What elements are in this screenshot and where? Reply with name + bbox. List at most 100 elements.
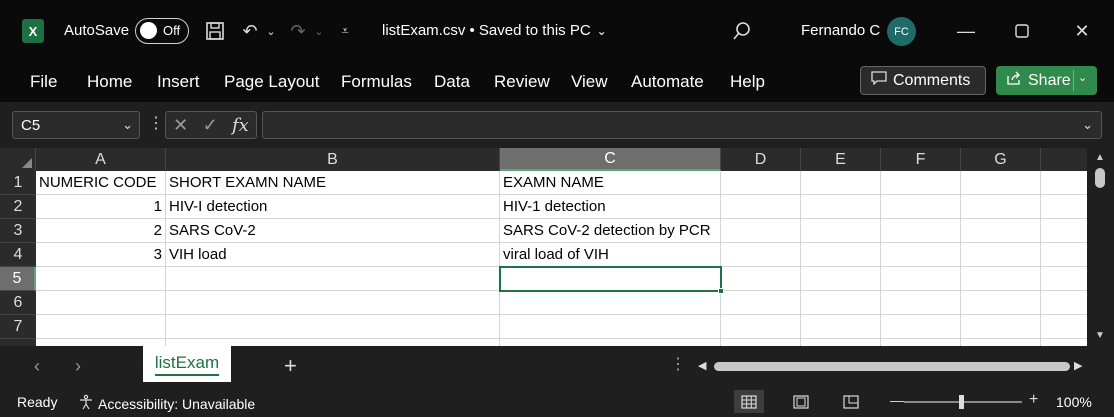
cell-b7[interactable] xyxy=(166,315,500,339)
scroll-left-icon[interactable]: ◀ xyxy=(698,359,706,372)
undo-icon[interactable]: ↶ xyxy=(238,19,262,43)
cell-b1[interactable]: SHORT EXAMN NAME xyxy=(166,171,500,195)
cell-e6[interactable] xyxy=(801,291,881,315)
cell-g6[interactable] xyxy=(961,291,1041,315)
cell-g7[interactable] xyxy=(961,315,1041,339)
zoom-level[interactable]: 100% xyxy=(1056,394,1092,410)
zoom-in-icon[interactable]: + xyxy=(1029,391,1038,409)
column-header-c[interactable]: C xyxy=(500,148,721,171)
cell-d7[interactable] xyxy=(721,315,801,339)
scroll-up-icon[interactable]: ▲ xyxy=(1095,152,1105,163)
expand-formula-icon[interactable]: ⌄ xyxy=(1082,117,1093,133)
page-layout-view-icon[interactable] xyxy=(786,390,816,413)
cancel-icon[interactable]: ✕ xyxy=(173,115,188,136)
cell-d5[interactable] xyxy=(721,267,801,291)
cell-c8[interactable] xyxy=(500,339,721,346)
menu-home[interactable]: Home xyxy=(87,72,132,92)
cell-h8[interactable] xyxy=(1041,339,1087,346)
normal-view-icon[interactable] xyxy=(734,390,764,413)
autosave-toggle[interactable]: Off xyxy=(135,18,189,44)
cell-f1[interactable] xyxy=(881,171,961,195)
cell-a7[interactable] xyxy=(36,315,166,339)
cell-g8[interactable] xyxy=(961,339,1041,346)
menu-review[interactable]: Review xyxy=(494,72,550,92)
vertical-scrollbar[interactable]: ▲ ▼ xyxy=(1087,148,1114,346)
cell-d3[interactable] xyxy=(721,219,801,243)
menu-page-layout[interactable]: Page Layout xyxy=(224,72,319,92)
spreadsheet-grid[interactable]: A B C D E F G H 1 2 3 4 5 6 7 NUMERIC CO… xyxy=(0,148,1087,346)
more-sheets-icon[interactable]: ⋮ xyxy=(670,354,686,374)
cell-f5[interactable] xyxy=(881,267,961,291)
cell-d8[interactable] xyxy=(721,339,801,346)
cell-f7[interactable] xyxy=(881,315,961,339)
cell-e3[interactable] xyxy=(801,219,881,243)
horizontal-scrollbar[interactable]: ◀ ▶ xyxy=(698,359,1090,373)
close-icon[interactable]: ✕ xyxy=(1068,18,1096,44)
row-header-6[interactable]: 6 xyxy=(0,291,36,315)
redo-icon[interactable]: ↷ xyxy=(286,19,310,43)
cell-d4[interactable] xyxy=(721,243,801,267)
avatar[interactable]: FC xyxy=(887,17,916,46)
cell-c6[interactable] xyxy=(500,291,721,315)
cell-c7[interactable] xyxy=(500,315,721,339)
more-options-icon[interactable]: ⋮ xyxy=(148,113,164,133)
cell-a4[interactable]: 3 xyxy=(36,243,166,267)
minimize-icon[interactable]: — xyxy=(952,18,980,44)
cell-g3[interactable] xyxy=(961,219,1041,243)
column-header-a[interactable]: A xyxy=(36,148,166,171)
horizontal-scroll-thumb[interactable] xyxy=(714,362,1070,371)
cell-d6[interactable] xyxy=(721,291,801,315)
row-header-4[interactable]: 4 xyxy=(0,243,36,267)
row-header-3[interactable]: 3 xyxy=(0,219,36,243)
menu-file[interactable]: File xyxy=(30,72,57,92)
row-header-1[interactable]: 1 xyxy=(0,171,36,195)
select-all-corner[interactable] xyxy=(0,148,36,171)
redo-dropdown-icon[interactable]: ⌄ xyxy=(313,19,325,43)
zoom-slider[interactable] xyxy=(904,395,1022,409)
column-header-g[interactable]: G xyxy=(961,148,1041,171)
cell-e7[interactable] xyxy=(801,315,881,339)
cell-h5[interactable] xyxy=(1041,267,1087,291)
cell-b4[interactable]: VIH load xyxy=(166,243,500,267)
cell-c1[interactable]: EXAMN NAME xyxy=(500,171,721,195)
enter-check-icon[interactable]: ✓ xyxy=(203,115,218,136)
scroll-down-icon[interactable]: ▼ xyxy=(1095,330,1105,341)
search-icon[interactable] xyxy=(731,20,753,42)
accessibility-status[interactable]: Accessibility: Unavailable xyxy=(78,394,255,413)
user-name[interactable]: Fernando C xyxy=(801,22,880,39)
add-sheet-icon[interactable]: + xyxy=(284,353,297,379)
cell-b3[interactable]: SARS CoV-2 xyxy=(166,219,500,243)
chevron-down-icon[interactable]: ⌄ xyxy=(1078,71,1087,84)
column-header-b[interactable]: B xyxy=(166,148,500,171)
cell-h4[interactable] xyxy=(1041,243,1087,267)
menu-automate[interactable]: Automate xyxy=(631,72,704,92)
cell-a5[interactable] xyxy=(36,267,166,291)
zoom-slider-thumb[interactable] xyxy=(959,395,964,409)
cell-h2[interactable] xyxy=(1041,195,1087,219)
row-header-8[interactable] xyxy=(0,339,36,346)
cell-h6[interactable] xyxy=(1041,291,1087,315)
next-sheet-icon[interactable]: › xyxy=(75,356,81,377)
row-header-2[interactable]: 2 xyxy=(0,195,36,219)
fill-handle[interactable] xyxy=(718,288,724,294)
cell-h3[interactable] xyxy=(1041,219,1087,243)
cell-e4[interactable] xyxy=(801,243,881,267)
share-button[interactable]: Share ⌄ xyxy=(996,66,1097,95)
cell-d2[interactable] xyxy=(721,195,801,219)
cell-f3[interactable] xyxy=(881,219,961,243)
formula-input[interactable]: ⌄ xyxy=(262,111,1102,139)
cell-f4[interactable] xyxy=(881,243,961,267)
cell-b6[interactable] xyxy=(166,291,500,315)
active-cell-c5[interactable] xyxy=(499,266,724,294)
cell-c4[interactable]: viral load of VIH xyxy=(500,243,721,267)
zoom-out-icon[interactable]: — xyxy=(890,392,904,408)
scroll-right-icon[interactable]: ▶ xyxy=(1074,359,1082,372)
row-header-5[interactable]: 5 xyxy=(0,267,36,291)
name-box[interactable]: C5 ⌄ xyxy=(12,111,140,139)
vertical-scroll-thumb[interactable] xyxy=(1095,168,1105,188)
cell-g4[interactable] xyxy=(961,243,1041,267)
cell-a3[interactable]: 2 xyxy=(36,219,166,243)
cell-h1[interactable] xyxy=(1041,171,1087,195)
cell-b5[interactable] xyxy=(166,267,500,291)
customize-toolbar-icon[interactable]: ⩡ xyxy=(336,19,354,43)
